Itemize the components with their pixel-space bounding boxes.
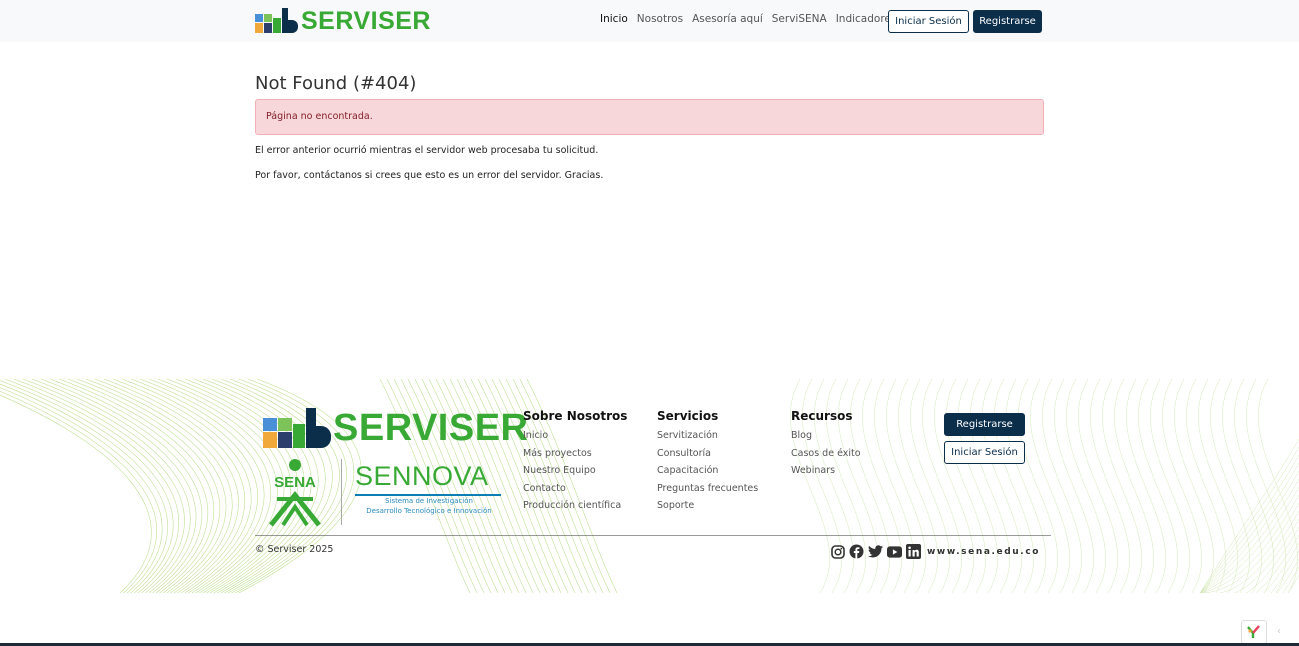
instagram-icon[interactable] [830,544,845,559]
footer-link-nuestro-equipo[interactable]: Nuestro Equipo [523,465,627,476]
navbar: SERVISER Inicio Nosotros Asesoría aquí S… [0,0,1299,42]
footer: SERVISER SENA SENNOVA Sistema de Investi… [0,379,1299,593]
footer-column-sobre-nosotros: Sobre Nosotros Inicio Más proyectos Nues… [523,409,627,518]
footer-link-servitizacion[interactable]: Servitización [657,430,758,441]
footer-link-mas-proyectos[interactable]: Más proyectos [523,448,627,459]
twitter-icon[interactable] [868,544,883,559]
social-links: www.sena.edu.co [830,544,1040,559]
serviser-logo-icon [255,8,299,34]
footer-column-servicios: Servicios Servitización Consultoría Capa… [657,409,758,518]
nav-link-asesoria[interactable]: Asesoría aquí [692,13,763,25]
footer-link-soporte[interactable]: Soporte [657,500,758,511]
footer-link-contacto[interactable]: Contacto [523,483,627,494]
footer-link-casos-de-exito[interactable]: Casos de éxito [791,448,861,459]
serviser-logo-icon [263,406,333,450]
logo-divider [341,459,342,525]
footer-link-produccion-cientifica[interactable]: Producción científica [523,500,627,511]
nav-link-inicio[interactable]: Inicio [600,13,628,25]
sennova-line [355,494,501,496]
footer-serviser-logo: SERVISER [263,406,528,450]
footer-column-recursos: Recursos Blog Casos de éxito Webinars [791,409,861,483]
footer-register-button[interactable]: Registrarse [944,413,1025,436]
sennova-subtitle-2: Desarrollo Tecnológico e Innovación [366,507,492,515]
nav-register-button[interactable]: Registrarse [973,10,1042,33]
footer-brand-name: SERVISER [333,407,529,449]
facebook-icon[interactable] [849,544,864,559]
brand-logo[interactable]: SERVISER [255,8,431,34]
footer-link-preguntas-frecuentes[interactable]: Preguntas frecuentes [657,483,758,494]
nav-link-nosotros[interactable]: Nosotros [637,13,683,25]
sena-label: SENA [274,474,316,491]
error-alert: Página no encontrada. [255,99,1044,135]
page-title: Not Found (#404) [255,73,417,94]
footer-link-webinars[interactable]: Webinars [791,465,861,476]
contact-message: Por favor, contáctanos si crees que esto… [255,170,604,181]
copyright: © Serviser 2025 [255,544,334,555]
error-message: El error anterior ocurrió mientras el se… [255,145,599,156]
footer-login-button[interactable]: Iniciar Sesión [944,441,1025,464]
yoast-widget-icon[interactable] [1241,620,1267,644]
chevron-left-icon[interactable]: ‹ [1277,626,1281,637]
footer-column-title: Recursos [791,409,853,423]
sennova-title: SENNOVA [355,461,489,491]
nav-login-button[interactable]: Iniciar Sesión [888,10,969,33]
sennova-logo: SENNOVA Sistema de Investigación Desarro… [355,461,503,516]
footer-link-blog[interactable]: Blog [791,430,861,441]
footer-link-capacitacion[interactable]: Capacitación [657,465,758,476]
nav-link-servisena[interactable]: ServiSENA [772,13,827,25]
brand-name: SERVISER [301,7,431,35]
footer-link-consultoria[interactable]: Consultoría [657,448,758,459]
footer-divider [255,535,1051,536]
youtube-icon[interactable] [887,544,902,559]
nav-links: Inicio Nosotros Asesoría aquí ServiSENA … [600,13,905,25]
sennova-subtitle-1: Sistema de Investigación [385,497,473,505]
footer-column-title: Servicios [657,409,719,423]
footer-wave-pattern [0,379,1299,593]
linkedin-icon[interactable] [906,544,921,559]
footer-column-title: Sobre Nosotros [523,409,628,423]
sena-logo-icon: SENA [269,459,321,527]
footer-link-inicio[interactable]: Inicio [523,430,627,441]
site-url[interactable]: www.sena.edu.co [927,547,1040,557]
